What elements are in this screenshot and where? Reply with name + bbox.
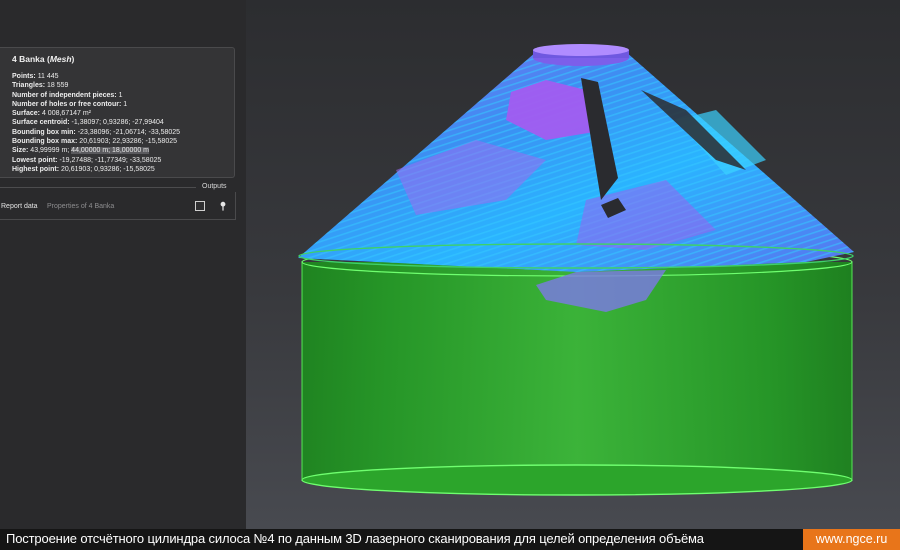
report-data-value[interactable]: Properties of 4 Banka	[47, 203, 114, 210]
property-label: Number of holes or free contour:	[12, 100, 122, 108]
property-value: -23,38096; -21,06714; -33,58025	[77, 128, 181, 136]
property-row: Number of holes or free contour: 1	[12, 100, 180, 109]
property-label: Surface centroid:	[12, 119, 70, 127]
property-label: Highest point:	[12, 165, 60, 173]
caption-bar: Построение отсчётного цилиндра силоса №4…	[0, 529, 900, 550]
property-label: Number of independent pieces:	[12, 91, 117, 99]
property-value: -1,38097; 0,93286; -27,99404	[71, 119, 164, 127]
site-link[interactable]: www.ngce.ru	[803, 529, 900, 550]
property-value: 43,99999 m;	[30, 147, 70, 155]
property-row: Surface centroid: -1,38097; 0,93286; -27…	[12, 118, 180, 127]
report-data-label: Report data	[1, 203, 38, 210]
property-row: Points: 11 445	[12, 72, 180, 81]
pin-icon[interactable]	[219, 201, 227, 211]
3d-viewport[interactable]	[246, 0, 900, 529]
property-value-selected[interactable]: 44,00000 m; 18,00000 m	[71, 147, 150, 155]
property-row: Number of independent pieces: 1	[12, 91, 180, 100]
property-label: Bounding box max:	[12, 138, 78, 146]
outputs-divider	[0, 187, 196, 188]
property-row: Lowest point: -19,27488; -11,77349; -33,…	[12, 156, 180, 165]
outputs-section: Outputs Report data Properties of 4 Bank…	[0, 183, 236, 220]
property-value: 4 008,67147 m²	[41, 110, 92, 118]
property-row: Bounding box min: -23,38096; -21,06714; …	[12, 128, 180, 137]
property-label: Surface:	[12, 110, 41, 118]
property-label: Lowest point:	[12, 156, 58, 164]
caption-text: Построение отсчётного цилиндра силоса №4…	[6, 531, 704, 546]
property-row: Surface: 4 008,67147 m²	[12, 109, 180, 118]
mesh-info-box: 4 Banka (Mesh) Points: 11 445 Triangles:…	[0, 47, 235, 178]
property-row: Bounding box max: 20,61903; 22,93286; -1…	[12, 137, 180, 146]
properties-panel: 4 Banka (Mesh) Points: 11 445 Triangles:…	[0, 0, 246, 529]
property-label: Triangles:	[12, 82, 46, 90]
mesh-title: 4 Banka (Mesh)	[12, 54, 75, 64]
report-checkbox[interactable]	[195, 201, 205, 211]
property-row: Highest point: 20,61903; 0,93286; -15,58…	[12, 165, 180, 174]
mesh-type: Mesh	[49, 54, 72, 64]
property-label: Size:	[12, 147, 29, 155]
property-row: Triangles: 18 559	[12, 81, 180, 90]
property-value: 11 445	[37, 73, 59, 80]
property-list: Points: 11 445 Triangles: 18 559 Number …	[12, 72, 180, 174]
outputs-label: Outputs	[202, 183, 227, 190]
mesh-name: 4 Banka	[12, 54, 45, 64]
property-value: 18 559	[47, 82, 69, 90]
property-value: 1	[123, 100, 128, 108]
property-row: Size: 43,99999 m; 44,00000 m; 18,00000 m	[12, 146, 180, 155]
property-label: Points:	[12, 73, 36, 80]
property-value: 20,61903; 22,93286; -15,58025	[79, 138, 177, 146]
property-value: 20,61903; 0,93286; -15,58025	[61, 165, 155, 173]
property-value: -19,27488; -11,77349; -33,58025	[59, 156, 162, 164]
property-value: 1	[118, 91, 123, 99]
report-data-row: Report data Properties of 4 Banka	[0, 192, 236, 220]
property-label: Bounding box min:	[12, 128, 76, 136]
silo-scene	[298, 44, 854, 496]
